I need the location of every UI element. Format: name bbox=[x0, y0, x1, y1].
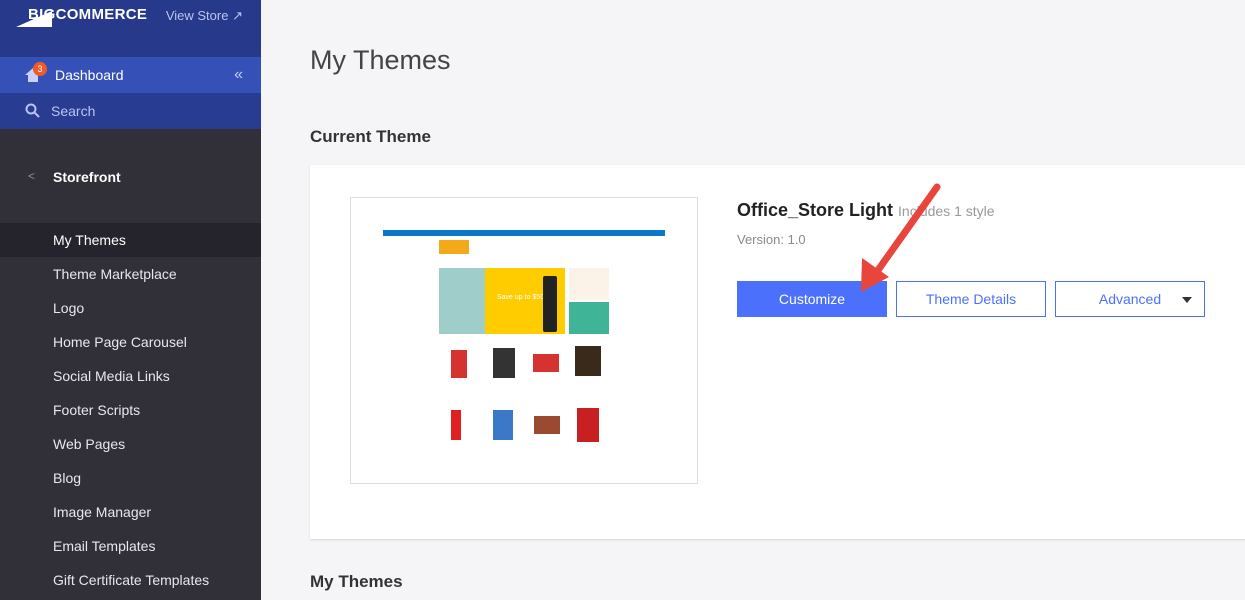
sidebar-item-email-templates[interactable]: Email Templates bbox=[0, 529, 261, 563]
preview-banner-text: Save up to $50 bbox=[497, 294, 545, 301]
bigcommerce-logo[interactable]: BIGCOMMERCE bbox=[16, 6, 147, 27]
back-chevron-icon[interactable]: < bbox=[28, 169, 35, 183]
theme-details-button[interactable]: Theme Details bbox=[896, 281, 1046, 317]
sidebar-item-blog[interactable]: Blog bbox=[0, 461, 261, 495]
view-store-link[interactable]: View Store ↗ bbox=[166, 8, 243, 24]
sidebar-item-image-manager[interactable]: Image Manager bbox=[0, 495, 261, 529]
customize-button[interactable]: Customize bbox=[737, 281, 887, 317]
page-title: My Themes bbox=[310, 45, 451, 75]
sidebar-item-gift-certificate-templates[interactable]: Gift Certificate Templates bbox=[0, 563, 261, 597]
sidebar-search[interactable]: Search bbox=[0, 93, 261, 129]
sidebar-item-logo[interactable]: Logo bbox=[0, 291, 261, 325]
sidebar-item-home-page-carousel[interactable]: Home Page Carousel bbox=[0, 325, 261, 359]
my-themes-heading: My Themes bbox=[310, 572, 403, 591]
external-link-icon: ↗ bbox=[232, 8, 243, 23]
notification-badge: 3 bbox=[33, 62, 47, 76]
main-content: My Themes Current Theme Save up to $50 O… bbox=[261, 0, 1245, 600]
advanced-dropdown-button[interactable]: Advanced bbox=[1055, 281, 1205, 317]
sidebar-item-social-media-links[interactable]: Social Media Links bbox=[0, 359, 261, 393]
collapse-sidebar-icon[interactable]: « bbox=[234, 66, 243, 84]
sidebar: BIGCOMMERCE View Store ↗ 3 Dashboard « S… bbox=[0, 0, 261, 600]
section-title: Storefront bbox=[53, 169, 121, 185]
search-label: Search bbox=[51, 103, 96, 119]
caret-down-icon bbox=[1182, 297, 1192, 303]
theme-styles-count: Includes 1 style bbox=[898, 203, 995, 219]
sidebar-item-theme-marketplace[interactable]: Theme Marketplace bbox=[0, 257, 261, 291]
sidebar-item-dashboard[interactable]: 3 Dashboard « bbox=[0, 57, 261, 93]
search-icon bbox=[25, 103, 40, 118]
storefront-section-header[interactable]: < Storefront bbox=[0, 129, 261, 223]
sidebar-item-my-themes[interactable]: My Themes bbox=[0, 223, 261, 257]
sidebar-item-web-pages[interactable]: Web Pages bbox=[0, 427, 261, 461]
current-theme-heading: Current Theme bbox=[310, 127, 431, 146]
current-theme-card: Save up to $50 Office_Store Light Includ… bbox=[310, 165, 1245, 539]
theme-preview-image: Save up to $50 bbox=[350, 197, 698, 484]
theme-version: Version: 1.0 bbox=[737, 232, 806, 247]
sidebar-item-footer-scripts[interactable]: Footer Scripts bbox=[0, 393, 261, 427]
theme-name: Office_Store Light Includes 1 style bbox=[737, 200, 995, 220]
sidebar-header: BIGCOMMERCE View Store ↗ bbox=[0, 0, 261, 57]
dashboard-label: Dashboard bbox=[55, 67, 124, 83]
